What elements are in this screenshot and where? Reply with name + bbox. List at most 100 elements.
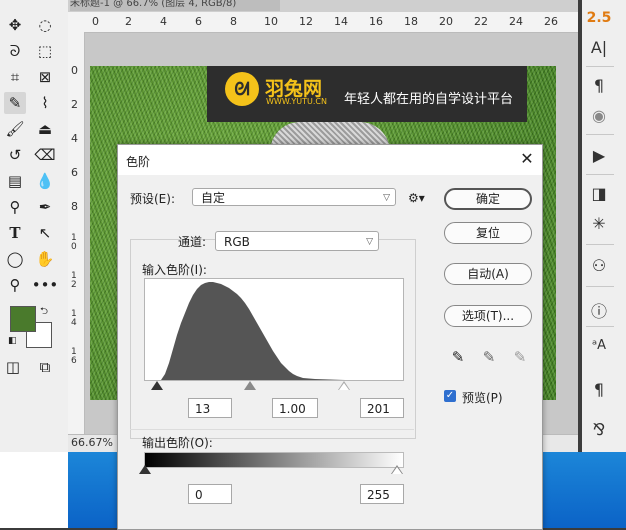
right-panel: 2.5 A| ¶ ◉ ▶ ◨ ✳ ⚇ ⓘ ᵃA ¶ ⅋: [582, 0, 626, 452]
auto-button[interactable]: 自动(A): [444, 263, 532, 285]
output-black-field[interactable]: 0: [188, 484, 232, 504]
ruler-label: 4: [160, 15, 167, 28]
input-black-slider[interactable]: [151, 381, 163, 393]
gray-eyedropper-icon[interactable]: ✎: [479, 347, 499, 367]
paths-icon[interactable]: ⚇: [582, 256, 616, 275]
book-icon[interactable]: ◨: [582, 184, 616, 203]
healing-brush-icon[interactable]: ⌇: [34, 92, 56, 114]
input-gamma-field[interactable]: 1.00: [272, 398, 318, 418]
black-eyedropper-icon[interactable]: ✎: [448, 347, 468, 367]
dialog-title: 色阶: [126, 155, 151, 169]
object-select-icon[interactable]: ⬚: [34, 40, 56, 62]
lasso-icon[interactable]: ᘐ: [4, 40, 26, 62]
type-icon[interactable]: T: [4, 222, 26, 244]
histogram-graph: [145, 282, 403, 380]
info-icon[interactable]: ⓘ: [582, 298, 616, 322]
reset-button[interactable]: 复位: [444, 222, 532, 244]
glyphs-icon[interactable]: ⅋: [582, 420, 616, 439]
input-white-field[interactable]: 201: [360, 398, 404, 418]
screen-mode-icon[interactable]: ⧉: [34, 356, 56, 378]
quick-mask-icon[interactable]: ◫: [2, 356, 24, 378]
ruler-label: 1 6: [71, 347, 77, 366]
gradient-icon[interactable]: ▤: [4, 170, 26, 192]
ruler-label: 2: [125, 15, 132, 28]
marquee-icon[interactable]: ◌: [34, 14, 56, 36]
ruler-label: 6: [195, 15, 202, 28]
output-white-slider[interactable]: [391, 465, 403, 477]
eraser-icon[interactable]: ⌫: [34, 144, 56, 166]
preset-options-gear-icon[interactable]: ⚙▾: [408, 191, 425, 205]
play-actions-icon[interactable]: ▶: [582, 146, 616, 165]
banner-url: WWW.YUTU.CN: [266, 97, 327, 106]
brush-settings-icon[interactable]: ✳: [582, 214, 616, 233]
preview-label[interactable]: 预览(P): [462, 389, 503, 406]
more-tools-icon[interactable]: •••: [32, 274, 59, 296]
shape-icon[interactable]: ◯: [4, 248, 26, 270]
vertical-ruler: 0 2 4 6 8 1 0 1 2 1 4 1 6: [68, 32, 85, 434]
ruler-label: 8: [71, 200, 78, 213]
ruler-label: 1 4: [71, 309, 77, 328]
paragraph-icon[interactable]: ¶: [582, 76, 616, 95]
pen-icon[interactable]: ✒: [34, 196, 56, 218]
input-black-field[interactable]: 13: [188, 398, 232, 418]
output-levels-label: 输出色阶(O):: [142, 436, 213, 450]
stamp-icon[interactable]: ⏏: [34, 118, 56, 140]
dodge-icon[interactable]: ⚲: [4, 196, 26, 218]
move-icon[interactable]: ✥: [4, 14, 26, 36]
input-white-slider[interactable]: [338, 381, 350, 393]
white-eyedropper-icon[interactable]: ✎: [510, 347, 530, 367]
ruler-label: 26: [544, 15, 558, 28]
preset-value: 自定: [201, 191, 226, 205]
blur-icon[interactable]: 💧: [34, 170, 56, 192]
ok-button[interactable]: 确定: [444, 188, 532, 210]
histogram: [144, 278, 404, 381]
desktop-strip: [0, 452, 68, 528]
default-colors-icon[interactable]: ◧: [8, 336, 18, 346]
ruler-label: 12: [299, 15, 313, 28]
history-brush-icon[interactable]: ↺: [4, 144, 26, 166]
preset-select[interactable]: 自定 ▽: [192, 188, 396, 206]
swap-colors-icon[interactable]: ⮌: [40, 304, 48, 321]
close-icon[interactable]: ✕: [518, 150, 536, 168]
character-icon[interactable]: A|: [582, 38, 616, 57]
preview-checkbox[interactable]: ✓: [444, 390, 456, 402]
input-levels-label: 输入色阶(I):: [142, 263, 207, 277]
foreground-color-swatch[interactable]: [10, 306, 36, 332]
chevron-down-icon: ▽: [366, 237, 373, 247]
channel-select[interactable]: RGB ▽: [215, 231, 379, 251]
ruler-label: 6: [71, 166, 78, 179]
output-gradient-bar: [144, 452, 404, 468]
histogram-fill: [145, 282, 403, 380]
font-size-value[interactable]: 2.5: [582, 10, 616, 26]
ruler-label: 2: [71, 98, 78, 111]
tools-panel: ✥ ◌ ᘐ ⬚ ⌗ ⊠ ✎ ⌇ 🖌 ⏏ ↺ ⌫ ▤ 💧 ⚲ ✒ T ↖ ◯ ✋ …: [0, 0, 69, 452]
options-button[interactable]: 选项(T)...: [444, 305, 532, 327]
document-tab[interactable]: 未标题-1 @ 66.7% (图层 4, RGB/8): [70, 0, 280, 11]
rabbit-logo-icon: ᘛ: [225, 72, 259, 106]
adjustments-icon[interactable]: ◉: [582, 106, 616, 125]
output-white-field[interactable]: 255: [360, 484, 404, 504]
zoom-level[interactable]: 66.67%: [71, 436, 113, 449]
character-styles-icon[interactable]: ᵃA: [582, 338, 616, 353]
zoom-icon[interactable]: ⚲: [4, 274, 26, 296]
path-select-icon[interactable]: ↖: [34, 222, 56, 244]
brush-icon[interactable]: 🖌: [4, 118, 26, 140]
input-gamma-slider[interactable]: [244, 381, 256, 393]
paragraph-styles-icon[interactable]: ¶: [582, 380, 616, 399]
ruler-label: 22: [474, 15, 488, 28]
ruler-label: 1 0: [71, 233, 77, 252]
preset-label: 预设(E):: [130, 192, 175, 206]
ruler-label: 24: [509, 15, 523, 28]
output-black-slider[interactable]: [139, 465, 151, 477]
hand-icon[interactable]: ✋: [34, 248, 56, 270]
levels-dialog: 色阶 ✕ 预设(E): 自定 ▽ ⚙▾ 通道: RGB ▽ 输入色阶(I): 1…: [117, 144, 543, 530]
ruler-label: 1 2: [71, 271, 77, 290]
divider: [586, 326, 614, 327]
ruler-label: 10: [264, 15, 278, 28]
frame-icon[interactable]: ⊠: [34, 66, 56, 88]
chevron-down-icon: ▽: [383, 193, 390, 203]
eyedropper-icon[interactable]: ✎: [4, 92, 26, 114]
crop-icon[interactable]: ⌗: [4, 66, 26, 88]
dialog-titlebar[interactable]: [118, 145, 542, 175]
ruler-label: 0: [92, 15, 99, 28]
